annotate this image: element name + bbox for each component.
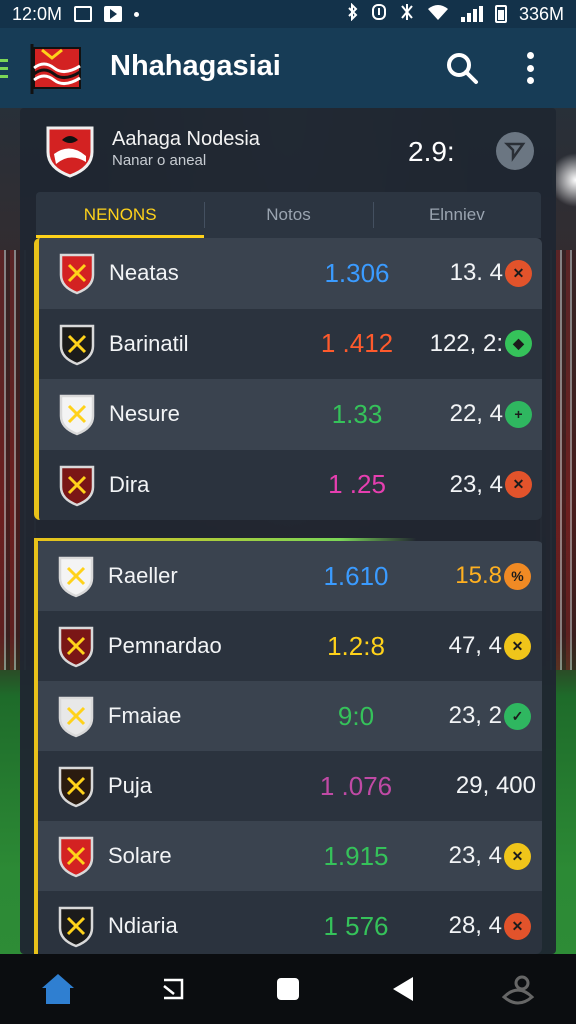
amount-value: 22, 4 <box>449 400 503 428</box>
odds-value[interactable]: 1.610 <box>296 561 416 592</box>
gallery-icon <box>74 6 93 22</box>
recent-apps-icon[interactable] <box>151 967 195 1011</box>
team-label: Raeller <box>108 563 178 588</box>
team-badge-icon <box>57 463 97 507</box>
team-name: Aahaga Nodesia <box>112 128 260 150</box>
team-row[interactable]: Fmaiae 9:0 23, 2 ✓ <box>38 681 542 751</box>
status-dot-icon[interactable]: ◆ <box>505 330 532 358</box>
odds-value[interactable]: 1.2:8 <box>296 631 416 662</box>
team-subtitle: Nanar o aneal <box>112 152 207 169</box>
team-label: Dira <box>109 471 150 497</box>
team-badge-icon <box>56 834 96 878</box>
team-badge-icon <box>57 392 97 436</box>
status-bar: 12:0M 336M <box>0 0 576 28</box>
team-badge-icon <box>56 764 96 808</box>
notification-dot-icon <box>134 11 140 17</box>
team-label: Solare <box>108 843 172 868</box>
vibrate-icon <box>399 3 415 26</box>
play-store-icon <box>104 6 123 22</box>
alarm-icon <box>371 3 387 26</box>
team-badge-icon <box>57 322 97 366</box>
tab-notos[interactable]: Notos <box>204 192 372 238</box>
tab-elnniev[interactable]: Elnniev <box>372 192 541 238</box>
odds-value[interactable]: 1 .412 <box>297 328 417 359</box>
status-dot-icon[interactable]: ✕ <box>504 842 531 870</box>
amount-value: 13. 4 <box>449 259 503 287</box>
team-label: Ndiaria <box>108 913 178 938</box>
amount-value: 47, 4 <box>448 632 502 659</box>
odds-group-2: Raeller 1.610 15.8% Pemnardao 1.2:8 47, 4 ✕ Fma… <box>34 538 542 954</box>
battery-icon <box>494 5 507 23</box>
odds-value[interactable]: 1.915 <box>296 841 416 872</box>
team-row[interactable]: Dira 1 .25 23, 4 ✕ <box>39 449 542 520</box>
send-icon[interactable] <box>496 132 534 170</box>
team-row[interactable]: Pemnardao 1.2:8 47, 4 ✕ <box>38 611 542 681</box>
wifi-icon <box>427 3 449 26</box>
status-time: 12:0M <box>12 3 63 24</box>
status-dot-icon[interactable]: ✕ <box>505 259 532 287</box>
team-label: Nesure <box>109 401 180 427</box>
search-icon[interactable] <box>444 50 480 86</box>
team-badge-icon <box>56 904 96 948</box>
team-label: Pemnardao <box>108 633 222 658</box>
team-row[interactable]: Barinatil 1 .412 122, 2: ◆ <box>39 308 542 379</box>
flag-logo-icon <box>28 38 88 98</box>
odds-value[interactable]: 1 576 <box>296 911 416 942</box>
bluetooth-icon <box>347 2 359 26</box>
status-dot-icon[interactable]: ✓ <box>504 702 531 730</box>
team-value: 2.9: <box>408 136 455 167</box>
assistant-icon[interactable] <box>496 967 540 1011</box>
navigation-bar <box>0 954 576 1024</box>
more-vert-icon[interactable] <box>524 52 536 84</box>
status-dot-icon[interactable]: ✕ <box>504 632 531 660</box>
status-dot-icon[interactable]: % <box>504 562 531 590</box>
home-icon[interactable] <box>36 967 80 1011</box>
team-row[interactable]: Raeller 1.610 15.8% <box>38 541 542 611</box>
team-label: Fmaiae <box>108 703 182 728</box>
team-badge-icon <box>57 251 97 295</box>
team-badge-icon <box>56 624 96 668</box>
team-row[interactable]: Neatas 1.306 13. 4 ✕ <box>39 238 542 309</box>
back-icon[interactable] <box>381 967 425 1011</box>
team-badge-icon <box>56 554 96 598</box>
team-label: Barinatil <box>109 330 189 356</box>
amount-value: 23, 4 <box>449 470 503 498</box>
app-bar: Nhahagasiai <box>0 28 576 108</box>
status-right-text: 336M <box>518 3 564 24</box>
menu-icon[interactable] <box>0 59 8 78</box>
amount-value: 23, 2 <box>448 702 502 729</box>
team-row[interactable]: Ndiaria 1 576 28, 4 ✕ <box>38 891 542 954</box>
amount-value: 15.8 <box>455 562 502 589</box>
team-badge-icon <box>56 694 96 738</box>
status-dot-icon[interactable]: ✕ <box>505 471 532 499</box>
amount-value: 122, 2: <box>429 329 503 357</box>
team-row[interactable]: Puja 1 .076 29, 400 <box>38 751 542 821</box>
app-title: Nhahagasiai <box>110 50 281 82</box>
odds-value[interactable]: 1 .25 <box>297 469 417 500</box>
tab-nenons[interactable]: NENONS <box>36 192 205 238</box>
team-label: Neatas <box>109 260 179 286</box>
team-label: Puja <box>108 773 153 798</box>
odds-value[interactable]: 1.306 <box>297 258 417 289</box>
amount-value: 28, 4 <box>448 912 502 939</box>
team-row[interactable]: Solare 1.915 23, 4 ✕ <box>38 821 542 891</box>
main-panel: Aahaga Nodesia Nanar o aneal 2.9: NENONS… <box>20 108 556 954</box>
tab-bar: NENONS Notos Elnniev <box>36 192 541 238</box>
team-crest-icon <box>42 122 98 178</box>
odds-value[interactable]: 9:0 <box>296 701 416 732</box>
team-header[interactable]: Aahaga Nodesia Nanar o aneal 2.9: <box>20 108 556 192</box>
amount-value: 23, 4 <box>448 842 502 869</box>
odds-value[interactable]: 1.33 <box>297 399 417 430</box>
square-icon[interactable] <box>266 967 310 1011</box>
odds-group-1: Neatas 1.306 13. 4 ✕ Barinatil 1 .412 122, 2: ◆… <box>34 238 542 520</box>
status-dot-icon[interactable]: ✕ <box>504 912 531 940</box>
status-dot-icon[interactable]: + <box>505 400 532 428</box>
signal-icon <box>460 6 483 22</box>
amount-value: 29, 400 <box>455 772 536 799</box>
team-row[interactable]: Nesure 1.33 22, 4 + <box>39 379 542 450</box>
